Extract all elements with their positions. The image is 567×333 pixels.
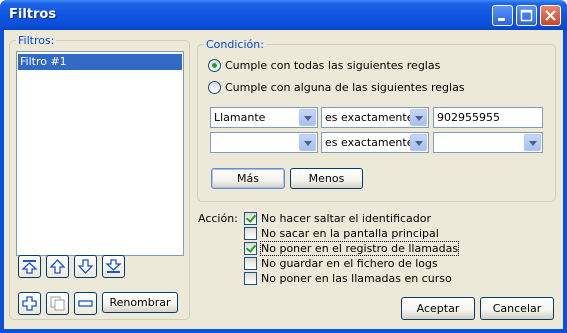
move-bottom-glyph (105, 259, 122, 273)
match-any-radio[interactable]: Cumple con alguna de las siguientes regl… (208, 81, 465, 94)
copy-glyph (50, 296, 65, 311)
action-option-label: No hacer saltar el identificador (261, 212, 432, 225)
move-down-glyph (77, 259, 94, 274)
add-icon[interactable] (18, 292, 41, 315)
maximize-icon[interactable] (516, 5, 537, 26)
filters-legend: Filtros: (18, 34, 55, 47)
move-up-icon[interactable] (46, 255, 69, 278)
checkbox-icon[interactable] (244, 227, 257, 240)
remove-glyph (78, 300, 93, 307)
action-option[interactable]: No poner en el registro de llamadas (244, 241, 460, 256)
title-bar[interactable]: Filtros (0, 0, 567, 30)
dialog-body: Filtros: Filtro #1 Renombrar Condición: … (4, 30, 563, 329)
add-glyph (22, 296, 37, 311)
condition-legend: Condición: (206, 38, 264, 51)
close-icon[interactable] (540, 5, 561, 26)
action-option-label: No guardar en el fichero de logs (261, 257, 438, 270)
chevron-down-icon[interactable] (299, 134, 316, 151)
action-option-label: No poner en el registro de llamadas (259, 241, 460, 256)
rule-field-select[interactable] (210, 132, 318, 153)
remove-icon[interactable] (74, 292, 97, 315)
checkbox-checked-icon[interactable] (244, 212, 257, 225)
checkbox-icon[interactable] (244, 257, 257, 270)
list-item[interactable]: Filtro #1 (18, 54, 182, 70)
rule-value-select[interactable] (433, 132, 543, 153)
chevron-down-icon[interactable] (299, 109, 316, 126)
rule-operator-select[interactable]: es exactamente (321, 107, 429, 128)
maximize-glyph (520, 9, 533, 22)
action-label: Acción: (198, 212, 238, 225)
rule-operator-value: es exactamente (325, 136, 414, 149)
accept-button[interactable]: Aceptar (401, 297, 475, 320)
minimize-icon[interactable] (492, 5, 513, 26)
cancel-button[interactable]: Cancelar (480, 297, 554, 320)
rule-operator-select[interactable]: es exactamente (321, 132, 429, 153)
minimize-glyph (498, 18, 505, 21)
rule-value-field[interactable]: 902955955 (433, 107, 543, 128)
close-glyph (545, 10, 556, 21)
move-up-glyph (49, 259, 66, 274)
move-top-icon[interactable] (18, 255, 41, 278)
rule-operator-value: es exactamente (325, 111, 414, 124)
checkbox-icon[interactable] (244, 272, 257, 285)
dialog-window: Filtros Filtros: Filtro #1 Renombrar Con… (0, 0, 567, 333)
move-down-icon[interactable] (74, 255, 97, 278)
chevron-down-icon[interactable] (410, 134, 427, 151)
copy-icon[interactable] (46, 292, 69, 315)
checkbox-checked-icon[interactable] (244, 242, 257, 255)
action-option-label: No poner en las llamadas en curso (261, 272, 452, 285)
rename-button[interactable]: Renombrar (102, 292, 178, 313)
chevron-down-icon[interactable] (410, 109, 427, 126)
action-option[interactable]: No poner en las llamadas en curso (244, 272, 452, 285)
action-option[interactable]: No sacar en la pantalla principal (244, 227, 439, 240)
radio-selected-icon (208, 59, 221, 72)
move-top-glyph (21, 260, 38, 274)
match-all-radio[interactable]: Cumple con todas las siguientes reglas (208, 59, 440, 72)
less-button[interactable]: Menos (290, 168, 363, 189)
match-all-label: Cumple con todas las siguientes reglas (225, 59, 441, 72)
action-option-label: No sacar en la pantalla principal (261, 227, 439, 240)
action-option[interactable]: No guardar en el fichero de logs (244, 257, 438, 270)
rule-field-value: Llamante (214, 111, 266, 124)
rule-field-select[interactable]: Llamante (210, 107, 318, 128)
move-bottom-icon[interactable] (102, 255, 125, 278)
filters-list[interactable]: Filtro #1 (16, 51, 184, 256)
action-option[interactable]: No hacer saltar el identificador (244, 212, 431, 225)
match-any-label: Cumple con alguna de las siguientes regl… (225, 81, 465, 94)
radio-unselected-icon (208, 81, 221, 94)
more-button[interactable]: Más (211, 168, 285, 189)
chevron-down-icon[interactable] (524, 134, 541, 151)
window-title: Filtros (9, 7, 57, 22)
